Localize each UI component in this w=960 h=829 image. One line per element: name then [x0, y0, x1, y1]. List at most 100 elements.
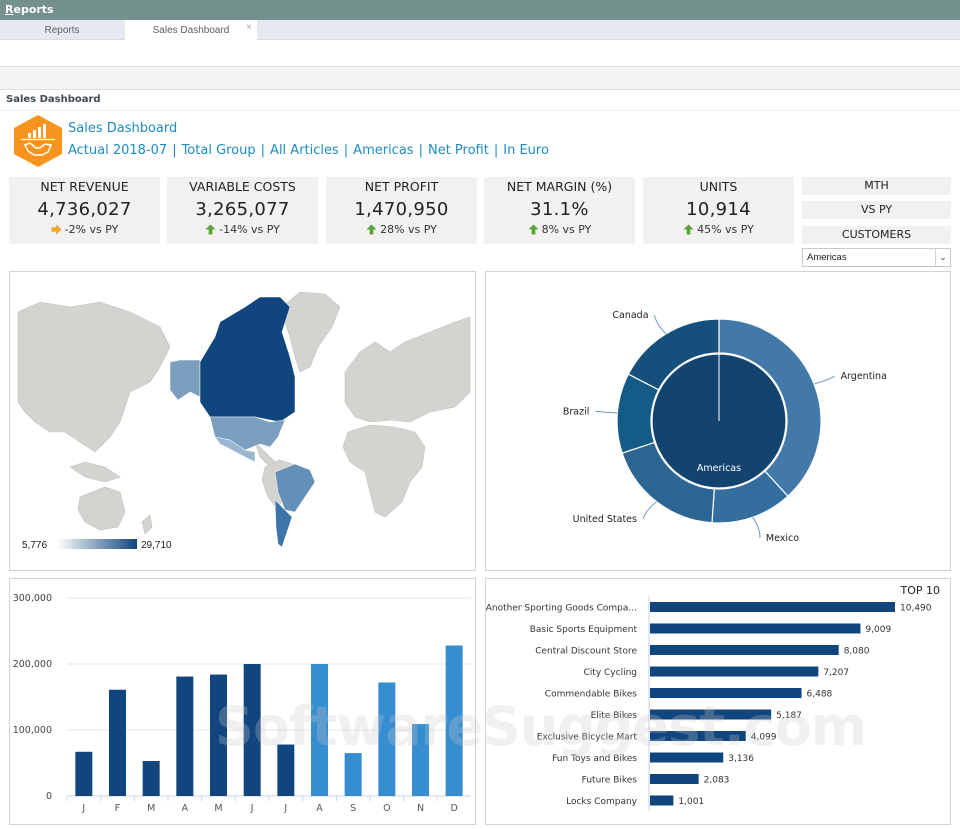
dashboard-title: Sales Dashboard	[68, 121, 178, 136]
kpi-net-margin[interactable]: NET MARGIN (%) 31.1% 8% vs PY	[484, 177, 635, 244]
customer-value-label: 6,488	[807, 690, 833, 700]
customers-button[interactable]: CUSTOMERS	[802, 226, 951, 244]
customer-label: Elite Bikes	[591, 711, 638, 721]
tab-bar: Reports Sales Dashboard ×	[0, 20, 960, 41]
sunburst-label: Mexico	[766, 533, 799, 544]
month-bar[interactable]	[243, 664, 261, 796]
month-bar[interactable]	[109, 689, 126, 796]
divider	[0, 110, 960, 111]
map-region-europe	[344, 316, 471, 423]
arrow-up-icon	[205, 224, 216, 235]
monthly-chart-panel: 0 100,000 200,000 300,000 J F M A M J J A S O N D	[9, 578, 476, 825]
customer-bar[interactable]	[650, 688, 802, 698]
month-bar[interactable]	[412, 724, 429, 796]
chevron-down-icon[interactable]: ⌄	[935, 249, 950, 266]
arrow-right-icon	[51, 224, 62, 235]
x-tick-label: A	[182, 803, 189, 814]
month-bar[interactable]	[277, 744, 295, 796]
x-tick-label: N	[417, 803, 424, 814]
month-bar[interactable]	[176, 676, 194, 796]
filter-scenario[interactable]: Actual 2018-07	[68, 143, 167, 158]
sunburst-leader-line	[654, 314, 667, 335]
app-title: Reports	[5, 3, 54, 16]
sunburst-panel: Argentina Mexico United States Brazil Canada…	[485, 271, 951, 571]
customer-bar[interactable]	[650, 774, 699, 784]
customer-bar[interactable]	[650, 623, 861, 634]
map-region-alaska	[169, 359, 201, 401]
arrow-up-icon	[366, 224, 377, 235]
sunburst-label: Brazil	[563, 406, 590, 417]
sunburst-label: Canada	[612, 310, 648, 321]
world-map[interactable]: 5,776 29,710	[10, 272, 477, 572]
kpi-variable-costs[interactable]: VARIABLE COSTS 3,265,077 -14% vs PY	[167, 177, 318, 244]
filter-region[interactable]: Americas	[353, 143, 413, 158]
sunburst-label: Argentina	[841, 371, 887, 382]
customer-label: Another Sporting Goods Compa...	[486, 604, 637, 614]
customer-label: Central Discount Store	[535, 647, 637, 657]
customer-value-label: 1,001	[678, 797, 704, 807]
customer-bar[interactable]	[650, 731, 746, 741]
map-region-asia	[17, 301, 171, 453]
customer-label: Fun Toys and Bikes	[552, 754, 637, 764]
map-region-brazil	[274, 463, 316, 513]
kpi-units[interactable]: UNITS 10,914 45% vs PY	[643, 177, 794, 244]
top10-title: TOP 10	[899, 584, 940, 597]
customer-label: Locks Company	[566, 797, 638, 807]
filter-group[interactable]: Total Group	[182, 143, 256, 158]
filter-measure[interactable]: Net Profit	[428, 143, 489, 158]
monthly-bar-chart[interactable]: 0 100,000 200,000 300,000 J F M A M J J A S O N D	[10, 579, 477, 826]
sunburst-leader-line	[642, 501, 657, 520]
map-region-australia	[77, 486, 126, 531]
month-bar[interactable]	[75, 751, 93, 796]
map-legend-max: 29,710	[141, 540, 172, 551]
filter-articles[interactable]: All Articles	[270, 143, 339, 158]
sunburst-center-label: Americas	[697, 463, 741, 474]
y-tick-label: 300,000	[13, 593, 52, 604]
tab-reports[interactable]: Reports	[0, 20, 124, 40]
sunburst-leader-line	[752, 516, 761, 539]
mth-button[interactable]: MTH	[802, 177, 951, 195]
top10-panel: TOP 10 Another Sporting Goods Compa... 10,…	[485, 578, 951, 825]
tab-sales-dashboard[interactable]: Sales Dashboard ×	[125, 20, 257, 41]
customer-value-label: 9,009	[865, 625, 891, 635]
top10-bar-chart[interactable]: TOP 10 Another Sporting Goods Compa... 10,…	[486, 579, 952, 826]
arrow-up-icon	[528, 224, 539, 235]
region-select[interactable]: Americas ⌄	[802, 248, 951, 267]
x-tick-label: F	[115, 803, 120, 814]
x-tick-label: M	[214, 803, 222, 814]
x-tick-label: D	[451, 803, 458, 814]
month-bar[interactable]	[344, 753, 362, 796]
customer-label: Future Bikes	[582, 776, 638, 786]
x-tick-label: J	[283, 803, 287, 814]
customer-label: Basic Sports Equipment	[530, 625, 638, 635]
arrow-up-icon	[683, 224, 694, 235]
sunburst-leader-line	[595, 410, 618, 414]
map-region-africa	[342, 424, 426, 518]
month-bar[interactable]	[378, 682, 396, 796]
kpi-net-profit[interactable]: NET PROFIT 1,470,950 28% vs PY	[326, 177, 477, 244]
customer-bar[interactable]	[650, 795, 674, 806]
month-bar[interactable]	[445, 645, 463, 796]
map-region-canada	[199, 296, 296, 423]
customer-value-label: 4,099	[751, 733, 777, 743]
filter-currency[interactable]: In Euro	[503, 143, 549, 158]
x-tick-label: S	[350, 803, 356, 814]
kpi-net-revenue[interactable]: NET REVENUE 4,736,027 -2% vs PY	[9, 177, 160, 244]
customer-value-label: 5,187	[776, 711, 802, 721]
customer-value-label: 8,080	[844, 647, 870, 657]
customer-label: Exclusive Bicycle Mart	[537, 733, 638, 743]
month-bar[interactable]	[210, 674, 227, 796]
x-tick-label: A	[316, 803, 323, 814]
close-tab-icon[interactable]: ×	[246, 17, 252, 39]
month-bar[interactable]	[311, 664, 328, 796]
customer-bar[interactable]	[650, 666, 819, 677]
customer-value-label: 3,136	[728, 754, 754, 764]
y-tick-label: 0	[46, 791, 52, 802]
customer-bar[interactable]	[650, 645, 839, 655]
customer-bar[interactable]	[650, 602, 895, 612]
vs-py-button[interactable]: VS PY	[802, 201, 951, 219]
month-bar[interactable]	[142, 761, 160, 796]
customer-bar[interactable]	[650, 752, 724, 763]
sunburst-chart[interactable]: Argentina Mexico United States Brazil Canada…	[486, 272, 952, 572]
customer-bar[interactable]	[650, 709, 772, 720]
